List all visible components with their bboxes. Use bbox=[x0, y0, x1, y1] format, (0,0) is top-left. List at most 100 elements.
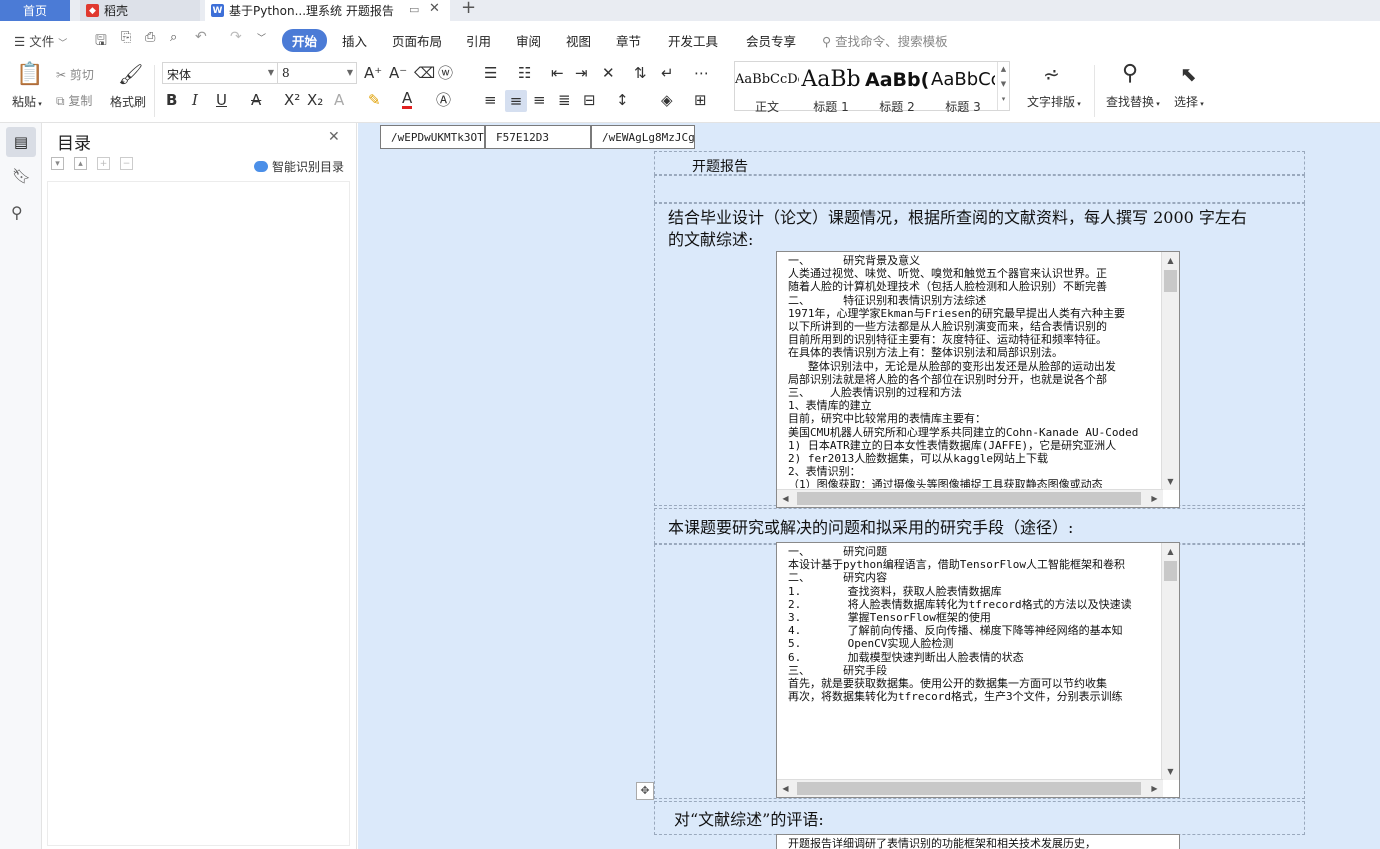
increase-indent-icon[interactable]: ⇥ bbox=[575, 65, 588, 81]
print-preview-icon[interactable]: ⌕ bbox=[170, 30, 177, 45]
subscript-icon[interactable]: X₂ bbox=[307, 92, 323, 108]
undo-icon[interactable]: ↶ bbox=[195, 29, 207, 45]
paste-button[interactable]: 粘贴 ▾ bbox=[12, 93, 42, 110]
text-layout-button[interactable]: 文字排版 ▾ bbox=[1027, 93, 1081, 110]
borders-icon[interactable]: ⊞ bbox=[694, 92, 707, 108]
line-spacing-icon[interactable]: ↕ bbox=[616, 92, 629, 108]
align-left-icon[interactable]: ≡ bbox=[484, 92, 497, 108]
promote-icon[interactable]: + bbox=[97, 157, 110, 170]
literature-review-textbox[interactable]: 一、 研究背景及意义 人类通过视觉、味觉、听觉、嗅觉和触觉五个器官来认识世界。正… bbox=[776, 251, 1180, 508]
text-effect-icon[interactable]: A bbox=[334, 92, 344, 108]
scroll-left-icon[interactable]: ◀ bbox=[777, 490, 794, 507]
form-field-2[interactable]: F57E12D3 bbox=[485, 125, 591, 149]
sort-icon[interactable]: ⇅ bbox=[634, 65, 647, 81]
print-icon[interactable]: ⎙ bbox=[145, 30, 155, 45]
font-grow-icon[interactable]: A⁺ bbox=[364, 65, 382, 81]
format-painter-button[interactable]: 格式刷 bbox=[110, 93, 146, 110]
vertical-scrollbar[interactable]: ▲ ▼ bbox=[1161, 252, 1179, 490]
scroll-thumb[interactable] bbox=[1164, 270, 1177, 292]
magnifier-icon[interactable]: ⚲ bbox=[1122, 63, 1138, 85]
italic-icon[interactable]: I bbox=[192, 92, 198, 108]
phonetic-guide-icon[interactable]: ⓦ bbox=[438, 65, 453, 81]
scroll-left-icon[interactable]: ◀ bbox=[777, 780, 794, 797]
review-comment-textbox[interactable]: 开题报告详细调研了表情识别的功能框架和相关技术发展历史， bbox=[776, 834, 1180, 849]
line-break-icon[interactable]: ↵ bbox=[661, 65, 674, 81]
style-heading-2[interactable]: AaBb(标题 2 bbox=[865, 66, 929, 115]
tab-pin-icon[interactable]: ▭ bbox=[409, 3, 419, 16]
cut-button[interactable]: ✂ 剪切 bbox=[56, 66, 94, 83]
bullet-list-icon[interactable]: ☰ bbox=[484, 65, 497, 81]
strikethrough-icon[interactable]: A bbox=[251, 92, 261, 108]
menu-tab-insert[interactable]: 插入 bbox=[342, 31, 367, 50]
font-color-icon[interactable]: A bbox=[402, 90, 413, 109]
bold-icon[interactable]: B bbox=[166, 92, 177, 108]
font-size-select[interactable]: 8 ▼ bbox=[277, 62, 357, 84]
search-icon[interactable]: ⚲ bbox=[11, 203, 23, 222]
new-tab-button[interactable]: + bbox=[461, 0, 476, 18]
form-field-3[interactable]: /wEWAgLg8MzJCg bbox=[591, 125, 695, 149]
superscript-icon[interactable]: X² bbox=[284, 92, 300, 108]
cursor-icon[interactable]: ⬉ bbox=[1180, 63, 1197, 85]
close-icon[interactable]: ✕ bbox=[328, 129, 340, 145]
scroll-down-icon[interactable]: ▼ bbox=[1162, 763, 1179, 780]
styles-scroll[interactable]: ▲ ▼ ▾ bbox=[997, 62, 1009, 110]
scroll-thumb[interactable] bbox=[797, 782, 1141, 795]
text-layout-icon[interactable]: ⩫ bbox=[1043, 63, 1060, 85]
collapse-all-icon[interactable]: ▴ bbox=[74, 157, 87, 170]
char-border-icon[interactable]: Ⓐ bbox=[436, 92, 451, 108]
shading-icon[interactable]: ◈ bbox=[661, 92, 673, 108]
horizontal-scrollbar[interactable]: ◀ ▶ bbox=[777, 779, 1163, 797]
distributed-icon[interactable]: ⊟ bbox=[583, 92, 596, 108]
redo-icon[interactable]: ↷ bbox=[230, 29, 242, 45]
scroll-thumb[interactable] bbox=[797, 492, 1141, 505]
style-heading-1[interactable]: AaBb 标题 1 bbox=[799, 66, 863, 115]
scroll-right-icon[interactable]: ▶ bbox=[1146, 490, 1163, 507]
menu-tab-developer[interactable]: 开发工具 bbox=[668, 31, 718, 50]
tab-close-icon[interactable]: ✕ bbox=[429, 1, 440, 16]
vertical-scrollbar[interactable]: ▲ ▼ bbox=[1161, 543, 1179, 780]
tab-daoke[interactable]: ◆ 稻壳 bbox=[80, 0, 200, 21]
quick-access-more-icon[interactable]: ﹀ bbox=[257, 31, 266, 44]
command-search[interactable]: ⚲ 查找命令、搜索模板 bbox=[822, 31, 948, 50]
show-marks-icon[interactable]: ⋯ bbox=[694, 65, 709, 81]
format-painter-icon[interactable]: 🖌 bbox=[118, 63, 143, 85]
toc-panel-icon[interactable]: ▤ bbox=[6, 127, 36, 157]
expand-all-icon[interactable]: ▾ bbox=[51, 157, 64, 170]
chinese-layout-icon[interactable]: ✕ bbox=[602, 65, 615, 81]
menu-tab-view[interactable]: 视图 bbox=[566, 31, 591, 50]
align-right-icon[interactable]: ≡ bbox=[533, 92, 546, 108]
justify-icon[interactable]: ≣ bbox=[558, 92, 571, 108]
tab-home[interactable]: 首页 bbox=[0, 0, 70, 21]
scroll-thumb[interactable] bbox=[1164, 561, 1177, 581]
align-center-icon[interactable]: ≡ bbox=[505, 90, 527, 112]
menu-tab-review[interactable]: 审阅 bbox=[516, 31, 541, 50]
horizontal-scrollbar[interactable]: ◀ ▶ bbox=[777, 489, 1163, 507]
font-shrink-icon[interactable]: A⁻ bbox=[389, 65, 407, 81]
menu-tab-home[interactable]: 开始 bbox=[282, 29, 328, 52]
clear-format-icon[interactable]: ⌫ bbox=[414, 65, 435, 81]
tab-document[interactable]: W 基于Python...理系统 开题报告 ▭ ✕ bbox=[205, 0, 450, 21]
style-normal[interactable]: AaBbCcDd 正文 bbox=[735, 66, 799, 115]
select-button[interactable]: 选择 ▾ bbox=[1174, 93, 1204, 110]
demote-icon[interactable]: − bbox=[120, 157, 133, 170]
font-name-select[interactable]: 宋体 ▼ bbox=[162, 62, 278, 84]
style-heading-3[interactable]: AaBbCc 标题 3 bbox=[931, 66, 995, 115]
file-menu[interactable]: ☰ 文件 ﹀ bbox=[14, 31, 67, 50]
research-methods-textbox[interactable]: 一、 研究问题 本设计基于python编程语言，借助TensorFlow人工智能… bbox=[776, 542, 1180, 798]
scroll-up-icon[interactable]: ▲ bbox=[1162, 252, 1179, 269]
scroll-right-icon[interactable]: ▶ bbox=[1146, 780, 1163, 797]
smart-toc-button[interactable]: 智能识别目录 bbox=[254, 158, 344, 175]
scroll-up-icon[interactable]: ▲ bbox=[1162, 543, 1179, 560]
numbered-list-icon[interactable]: ☷ bbox=[518, 65, 531, 81]
menu-tab-member[interactable]: 会员专享 bbox=[746, 31, 796, 50]
paste-icon[interactable]: 📋 bbox=[16, 63, 43, 87]
find-replace-button[interactable]: 查找替换 ▾ bbox=[1106, 93, 1160, 110]
export-pdf-icon[interactable]: ⎘ bbox=[121, 30, 131, 45]
decrease-indent-icon[interactable]: ⇤ bbox=[551, 65, 564, 81]
highlight-icon[interactable]: ✎ bbox=[368, 92, 381, 108]
bookmark-icon[interactable]: 🔖︎ bbox=[12, 167, 31, 185]
table-move-handle-icon[interactable]: ✥ bbox=[636, 782, 654, 800]
scroll-down-icon[interactable]: ▼ bbox=[1162, 473, 1179, 490]
menu-tab-references[interactable]: 引用 bbox=[466, 31, 491, 50]
underline-icon[interactable]: U bbox=[216, 92, 227, 108]
